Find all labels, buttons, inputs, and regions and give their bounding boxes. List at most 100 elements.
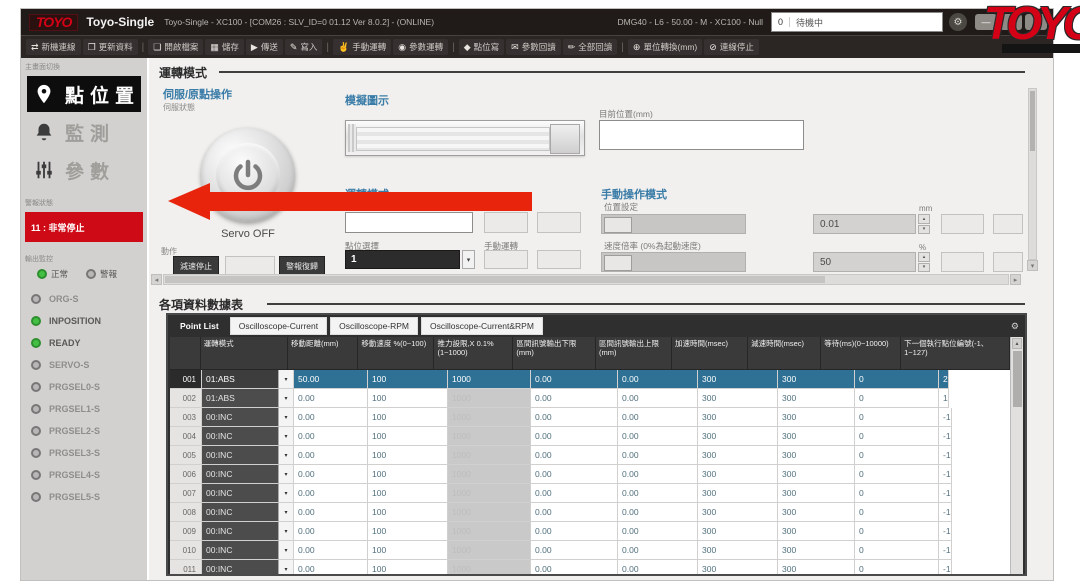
table-cell[interactable]: 300 [778, 503, 855, 522]
point-write-button[interactable]: ◆點位寫 [459, 39, 504, 55]
table-cell[interactable]: 300 [698, 503, 778, 522]
table-cell[interactable]: 0 [855, 389, 939, 408]
table-cell[interactable]: 0 [855, 522, 939, 541]
table-cell[interactable]: -1 [939, 465, 952, 484]
table-cell[interactable]: 0.00 [294, 522, 368, 541]
machine-state-field[interactable]: 0 待機中 [771, 12, 943, 32]
table-cell[interactable]: 0.00 [294, 503, 368, 522]
send-button[interactable]: ▶傳送 [246, 39, 283, 55]
table-row[interactable]: 00600:INC▾0.0010010000.000.003003000-1 [170, 465, 1010, 484]
table-cell[interactable]: 300 [698, 408, 778, 427]
write-button[interactable]: ✎寫入 [285, 39, 323, 55]
alarm-reset-button[interactable]: 警報復歸 [279, 256, 325, 276]
table-row[interactable]: 00101:ABS▾50.0010010000.000.0030030002 [170, 370, 1010, 389]
open-file-button[interactable]: ❏開啟檔案 [148, 39, 203, 55]
sidebar-item-monitor[interactable]: 監測 [27, 114, 141, 150]
table-row[interactable]: 00700:INC▾0.0010010000.000.003003000-1 [170, 484, 1010, 503]
table-cell[interactable]: 0.00 [618, 370, 698, 389]
mode-dropdown[interactable]: 00:INC [202, 541, 278, 560]
speed-slider-thumb[interactable] [604, 255, 632, 271]
speed-apply-button[interactable] [941, 252, 984, 272]
upper-vertical-scrollbar[interactable] [1028, 88, 1037, 260]
table-cell[interactable]: -1 [939, 541, 952, 560]
position-slider[interactable] [601, 214, 746, 234]
table-cell[interactable]: 300 [698, 446, 778, 465]
position-spinner[interactable]: 0.01 [813, 214, 916, 234]
table-cell[interactable]: -1 [939, 484, 952, 503]
manual-plus-button[interactable] [537, 250, 581, 269]
readback-all-button[interactable]: ✏全部回讀 [563, 39, 618, 55]
table-row[interactable]: 00800:INC▾0.0010010000.000.003003000-1 [170, 503, 1010, 522]
table-cell[interactable]: -1 [939, 446, 952, 465]
speed-spinner[interactable]: 50 [813, 252, 916, 272]
table-cell[interactable]: 300 [698, 484, 778, 503]
tab-oscilloscope-rpm[interactable]: Oscilloscope-RPM [330, 317, 418, 335]
table-cell[interactable]: 0.00 [531, 503, 618, 522]
table-cell[interactable]: 0 [855, 408, 939, 427]
table-row[interactable]: 00400:INC▾0.0010010000.000.003003000-1 [170, 427, 1010, 446]
mode-dropdown-arrow[interactable]: ▾ [278, 389, 294, 408]
mode-dropdown[interactable]: 00:INC [202, 446, 278, 465]
table-row[interactable]: 00300:INC▾0.0010010000.000.003003000-1 [170, 408, 1010, 427]
mode-dropdown-arrow[interactable]: ▾ [278, 427, 294, 446]
position-slider-thumb[interactable] [604, 217, 632, 233]
table-cell[interactable]: -1 [939, 408, 952, 427]
servo-power-button[interactable] [201, 128, 295, 222]
table-cell[interactable]: 300 [698, 389, 778, 408]
scrollbar-thumb[interactable] [165, 276, 825, 283]
spin-up-icon[interactable]: ▴ [918, 252, 930, 262]
jog-minus-button[interactable] [484, 212, 528, 233]
position-apply-button[interactable] [941, 214, 984, 234]
tab-oscilloscope-current-rpm[interactable]: Oscilloscope-Current&RPM [421, 317, 543, 335]
table-cell[interactable]: 0.00 [294, 446, 368, 465]
mode-dropdown-arrow[interactable]: ▾ [278, 484, 294, 503]
table-cell[interactable]: 300 [778, 522, 855, 541]
mode-dropdown[interactable]: 00:INC [202, 503, 278, 522]
table-row[interactable]: 00500:INC▾0.0010010000.000.003003000-1 [170, 446, 1010, 465]
table-row[interactable]: 01100:INC▾0.0010010000.000.003003000-1 [170, 560, 1010, 576]
table-cell[interactable]: 300 [698, 522, 778, 541]
mode-dropdown-arrow[interactable]: ▾ [278, 465, 294, 484]
scroll-left-button[interactable]: ◂ [151, 274, 162, 285]
mode-dropdown-arrow[interactable]: ▾ [278, 560, 294, 576]
table-cell[interactable]: 0 [855, 503, 939, 522]
table-cell[interactable]: 300 [698, 560, 778, 576]
table-cell[interactable]: 0.00 [531, 446, 618, 465]
tab-oscilloscope-current[interactable]: Oscilloscope-Current [230, 317, 327, 335]
mode-dropdown-arrow[interactable]: ▾ [278, 446, 294, 465]
table-cell[interactable]: 0.00 [294, 408, 368, 427]
unit-convert-button[interactable]: ⊕單位轉換(mm) [628, 39, 702, 55]
table-cell[interactable]: 300 [778, 541, 855, 560]
table-cell[interactable]: 300 [698, 465, 778, 484]
table-cell[interactable]: 100 [368, 541, 448, 560]
table-cell[interactable]: 0.00 [618, 427, 698, 446]
table-cell[interactable]: 0.00 [531, 427, 618, 446]
scrollbar-thumb[interactable] [1013, 351, 1022, 407]
table-cell[interactable]: 0 [855, 465, 939, 484]
table-cell[interactable]: 300 [778, 370, 855, 389]
jog-plus-button[interactable] [537, 212, 581, 233]
table-cell[interactable]: 100 [368, 408, 448, 427]
table-cell[interactable]: 0.00 [294, 465, 368, 484]
table-cell[interactable]: 0.00 [294, 389, 368, 408]
table-cell[interactable]: 100 [368, 389, 448, 408]
table-cell[interactable]: 0.00 [531, 389, 618, 408]
table-cell[interactable]: 0.00 [531, 465, 618, 484]
table-cell[interactable]: 1000 [448, 522, 531, 541]
refresh-data-button[interactable]: ❐更新資料 [83, 39, 138, 55]
spin-down-icon[interactable]: ▾ [918, 263, 930, 273]
current-position-field[interactable] [599, 120, 804, 150]
save-button[interactable]: ▦儲存 [205, 39, 244, 55]
table-cell[interactable]: 100 [368, 427, 448, 446]
table-cell[interactable]: 0.00 [618, 560, 698, 576]
mode-dropdown[interactable]: 00:INC [202, 522, 278, 541]
speed-slider[interactable] [601, 252, 746, 272]
table-cell[interactable]: 0.00 [294, 560, 368, 576]
table-cell[interactable]: 300 [698, 427, 778, 446]
table-cell[interactable]: 0 [855, 484, 939, 503]
mode-dropdown[interactable]: 00:INC [202, 408, 278, 427]
table-cell[interactable]: 0.00 [618, 465, 698, 484]
table-cell[interactable]: 1000 [448, 503, 531, 522]
table-cell[interactable]: 1000 [448, 427, 531, 446]
table-cell[interactable]: 0.00 [531, 484, 618, 503]
